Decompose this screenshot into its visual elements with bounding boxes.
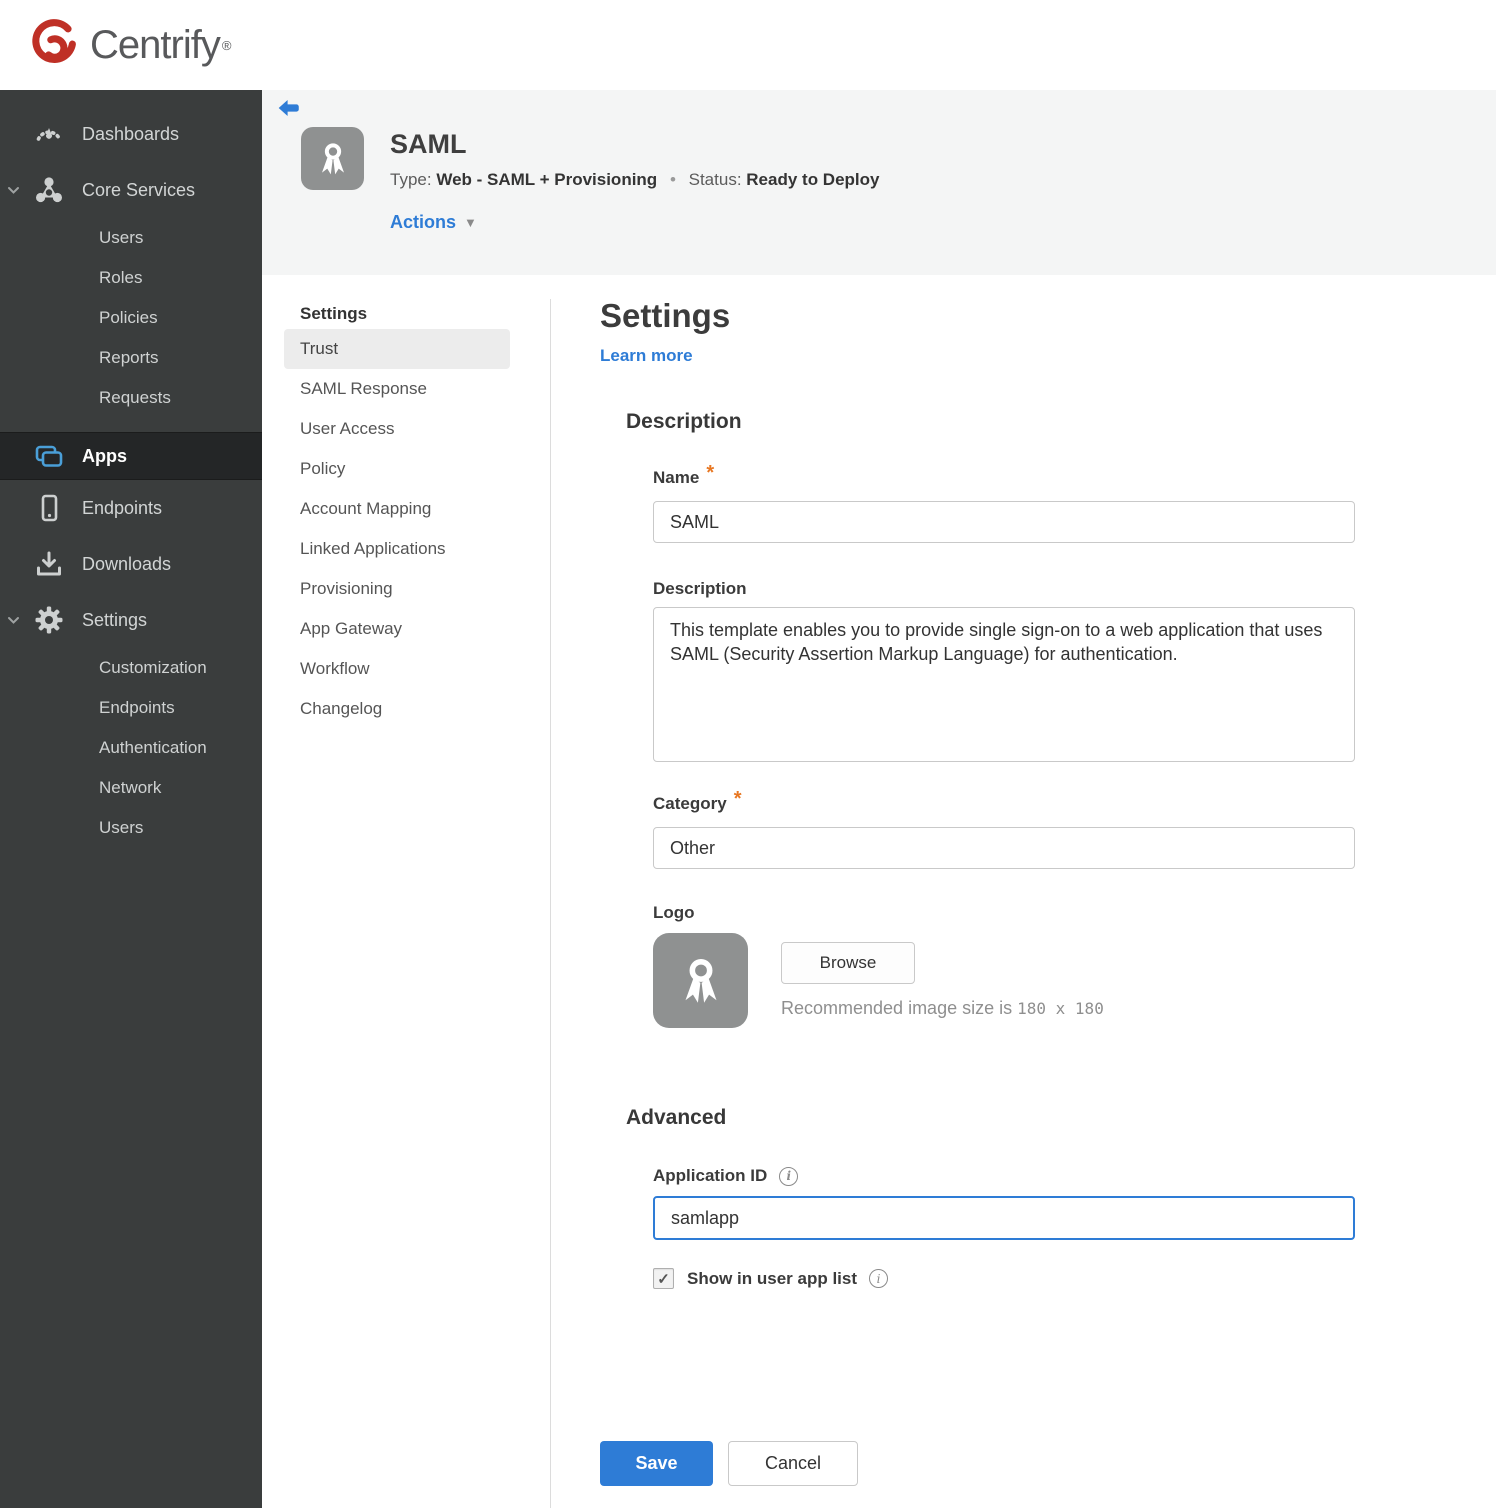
browse-button[interactable]: Browse xyxy=(781,942,915,984)
app-subnav: Settings Trust SAML Response User Access… xyxy=(262,299,550,1508)
app-title: SAML xyxy=(390,129,467,159)
brand-logo: Centrify ® xyxy=(28,17,231,74)
status-label: Status: xyxy=(688,170,742,189)
save-button[interactable]: Save xyxy=(600,1441,713,1486)
sidebar-item-settings-endpoints[interactable]: Endpoints xyxy=(0,688,262,728)
application-id-input[interactable] xyxy=(653,1196,1355,1240)
subnav-item-app-gateway[interactable]: App Gateway xyxy=(284,609,510,649)
chevron-down-icon[interactable] xyxy=(0,186,26,195)
apps-icon xyxy=(26,440,72,472)
sidebar: Dashboards Core Services Users Roles Pol… xyxy=(0,90,262,1508)
advanced-section-heading: Advanced xyxy=(626,1106,727,1129)
subnav-item-trust[interactable]: Trust xyxy=(284,329,510,369)
sidebar-item-settings-users[interactable]: Users xyxy=(0,808,262,848)
name-label: Name * xyxy=(653,462,715,487)
sidebar-item-downloads[interactable]: Downloads xyxy=(0,536,262,592)
sidebar-item-settings[interactable]: Settings xyxy=(0,592,262,648)
sidebar-item-endpoints[interactable]: Endpoints xyxy=(0,480,262,536)
caret-down-icon: ▼ xyxy=(464,215,477,230)
form-footer: Save Cancel xyxy=(600,1441,1355,1508)
gear-icon xyxy=(26,604,72,636)
subnav-item-workflow[interactable]: Workflow xyxy=(284,649,510,689)
brand-name: Centrify xyxy=(90,22,221,67)
info-icon[interactable]: i xyxy=(779,1166,799,1186)
required-asterisk: * xyxy=(733,788,742,810)
sidebar-item-core-services[interactable]: Core Services xyxy=(0,162,262,218)
subnav-item-user-access[interactable]: User Access xyxy=(284,409,510,449)
subnav-item-saml-response[interactable]: SAML Response xyxy=(284,369,510,409)
sidebar-item-requests[interactable]: Requests xyxy=(0,378,262,418)
show-in-user-app-list-label: Show in user app list xyxy=(687,1268,858,1288)
core-services-icon xyxy=(26,174,72,206)
learn-more-link[interactable]: Learn more xyxy=(600,346,693,366)
app-logo-badge xyxy=(301,127,364,190)
show-in-user-app-list-checkbox[interactable]: ✓ xyxy=(653,1268,674,1289)
category-input[interactable] xyxy=(653,827,1355,869)
subnav-item-policy[interactable]: Policy xyxy=(284,449,510,489)
subnav-item-changelog[interactable]: Changelog xyxy=(284,689,510,729)
sidebar-item-reports[interactable]: Reports xyxy=(0,338,262,378)
type-value: Web - SAML + Provisioning xyxy=(436,170,658,189)
back-arrow-icon[interactable] xyxy=(276,98,301,123)
info-icon[interactable]: i xyxy=(869,1269,889,1288)
brand-trademark: ® xyxy=(221,37,232,53)
app-header: SAML Type: Web - SAML + Provisioning • S… xyxy=(262,90,1496,275)
subnav-item-linked-applications[interactable]: Linked Applications xyxy=(284,529,510,569)
type-label: Type: xyxy=(390,170,432,189)
logo-label: Logo xyxy=(653,903,695,922)
name-input[interactable] xyxy=(653,501,1355,543)
dashboard-gauge-icon xyxy=(26,118,72,150)
sidebar-item-roles[interactable]: Roles xyxy=(0,258,262,298)
sidebar-item-dashboards[interactable]: Dashboards xyxy=(0,106,262,162)
application-id-label: Application ID i xyxy=(653,1166,1355,1186)
subnav-item-account-mapping[interactable]: Account Mapping xyxy=(284,489,510,529)
sidebar-item-apps[interactable]: Apps xyxy=(0,432,262,480)
description-textarea[interactable]: This template enables you to provide sin… xyxy=(653,607,1355,762)
chevron-down-icon[interactable] xyxy=(0,616,26,625)
logo-preview-badge xyxy=(653,933,748,1028)
sidebar-item-customization[interactable]: Customization xyxy=(0,648,262,688)
actions-menu-button[interactable]: Actions ▼ xyxy=(390,212,879,233)
page-title: Settings xyxy=(600,297,731,334)
status-value: Ready to Deploy xyxy=(746,170,880,189)
endpoint-device-icon xyxy=(26,492,72,524)
description-section-heading: Description xyxy=(626,410,742,433)
subnav-item-provisioning[interactable]: Provisioning xyxy=(284,569,510,609)
checkmark-icon: ✓ xyxy=(657,1270,670,1288)
description-label: Description xyxy=(653,579,747,598)
top-bar: Centrify ® xyxy=(0,0,1496,90)
sidebar-item-network[interactable]: Network xyxy=(0,768,262,808)
sidebar-item-authentication[interactable]: Authentication xyxy=(0,728,262,768)
settings-panel: Settings Learn more Description Name * D… xyxy=(550,299,1496,1508)
logo-size-value: 180 x 180 xyxy=(1017,999,1104,1018)
cancel-button[interactable]: Cancel xyxy=(728,1441,858,1486)
download-icon xyxy=(26,548,72,580)
sidebar-item-policies[interactable]: Policies xyxy=(0,298,262,338)
required-asterisk: * xyxy=(706,462,715,484)
category-label: Category * xyxy=(653,788,742,813)
app-meta: Type: Web - SAML + Provisioning • Status… xyxy=(390,170,880,189)
logo-size-hint: Recommended image size is 180 x 180 xyxy=(781,998,1104,1018)
subnav-header: Settings xyxy=(300,304,368,323)
centrify-swirl-icon xyxy=(28,17,80,74)
sidebar-item-users[interactable]: Users xyxy=(0,218,262,258)
